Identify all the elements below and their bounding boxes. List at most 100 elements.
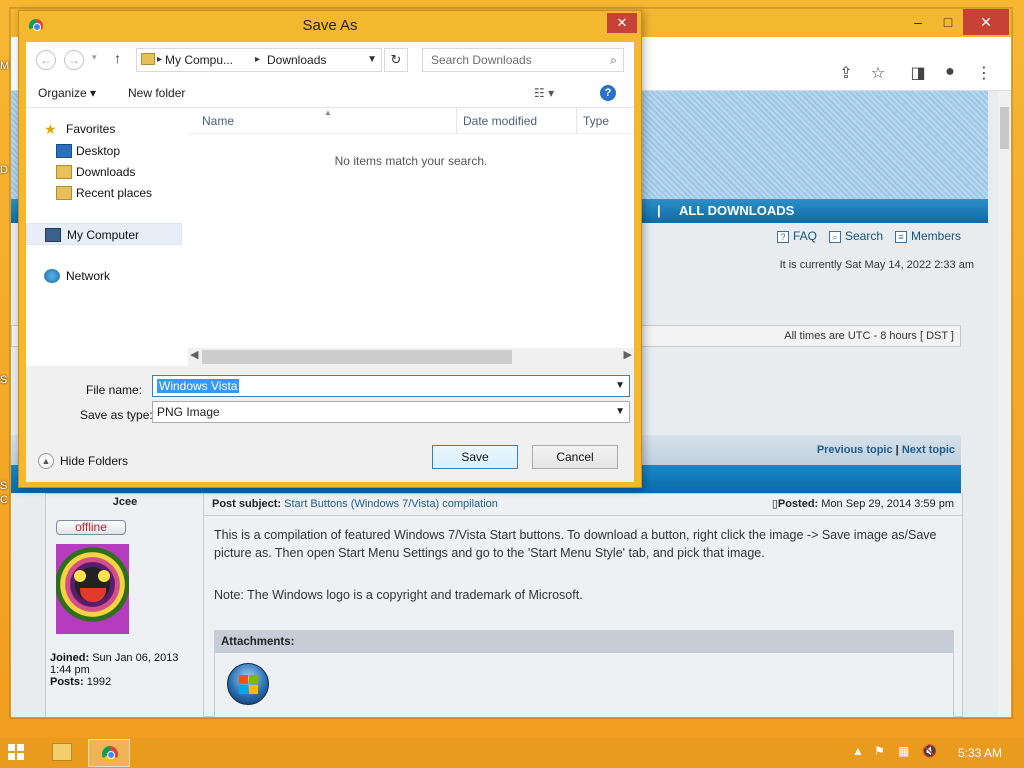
avatar [56, 544, 129, 634]
dialog-close-button[interactable]: ✕ [607, 13, 637, 33]
members-icon: ≡ [895, 231, 907, 243]
chrome-taskbar-button[interactable] [88, 739, 130, 767]
breadcrumb-downloads[interactable]: Downloads [267, 49, 326, 71]
file-name-value[interactable]: Windows Vista [157, 379, 240, 393]
scrollbar-thumb[interactable] [1000, 107, 1009, 149]
breadcrumb-arrow-icon[interactable]: ▸ [157, 49, 162, 71]
forward-arrow-icon[interactable]: → [64, 50, 84, 70]
nav-network[interactable]: Network [26, 265, 188, 287]
navigation-pane: ★ Favorites Desktop Downloads Recent plac… [26, 108, 188, 366]
topic-nav-separator: | [895, 444, 899, 456]
search-label: Search [845, 229, 884, 243]
attachments-box: Attachments: [214, 630, 954, 717]
clock[interactable]: 5:33 AM [958, 746, 1002, 760]
close-button[interactable]: ✕ [963, 9, 1009, 35]
network-icon [44, 269, 60, 283]
next-topic-link[interactable]: Next topic [902, 444, 955, 456]
nav-favorites[interactable]: ★ Favorites [26, 118, 188, 140]
save-as-type-select[interactable]: PNG Image ▼ [152, 401, 630, 423]
dialog-title: Save As [302, 17, 358, 34]
nav-downloads[interactable]: Downloads [26, 161, 188, 183]
nav-all-downloads-link[interactable]: ALL DOWNLOADS [679, 199, 794, 223]
address-bar[interactable]: ▸ My Compu... ▸ Downloads ▼ [136, 48, 382, 72]
chevron-down-icon[interactable]: ▼ [367, 49, 377, 71]
view-options-icon[interactable]: ☷ ▾ [534, 78, 554, 108]
breadcrumb-arrow-icon[interactable]: ▸ [255, 49, 260, 71]
nav-desktop[interactable]: Desktop [26, 140, 188, 162]
profile-icon[interactable]: ● [939, 63, 961, 81]
folder-icon [141, 53, 155, 65]
recent-locations-icon[interactable]: ▾ [92, 52, 97, 63]
start-button[interactable] [8, 744, 24, 760]
previous-topic-link[interactable]: Previous topic [817, 444, 893, 456]
column-headers: ▲ Name Date modified Type [188, 108, 634, 134]
file-name-input[interactable]: Windows Vista ▼ [152, 375, 630, 397]
save-as-type-value: PNG Image [157, 405, 220, 419]
horizontal-scrollbar[interactable]: ◀ ▶ [188, 348, 634, 366]
column-name[interactable]: Name [196, 108, 452, 134]
nav-recent-places[interactable]: Recent places [26, 182, 188, 204]
network-icon[interactable]: ▦ [898, 744, 909, 758]
minimize-button[interactable]: – [903, 9, 933, 35]
nav-label: Desktop [76, 144, 121, 158]
menu-icon[interactable]: ⋮ [973, 63, 995, 83]
joined-label: Joined: [50, 652, 90, 664]
hide-folders-button[interactable]: ▲ Hide Folders [38, 452, 128, 470]
address-row: ← → ▾ ↑ ▸ My Compu... ▸ Downloads ▼ ↻ Se… [26, 42, 634, 78]
back-arrow-icon[interactable]: ← [36, 50, 56, 70]
subject-link[interactable]: Start Buttons (Windows 7/Vista) compilat… [284, 498, 498, 510]
scroll-right-icon[interactable]: ▶ [624, 348, 632, 361]
taskbar: ▲ ⚑ ▦ 🔇 5:33 AM [0, 738, 1024, 768]
nav-separator: | [657, 203, 661, 218]
attachments-header: Attachments: [215, 631, 953, 653]
scroll-left-icon[interactable]: ◀ [190, 348, 198, 361]
organize-button[interactable]: Organize ▾ [38, 78, 96, 108]
action-center-icon[interactable]: ⚑ [874, 744, 885, 758]
chevron-down-icon[interactable]: ▼ [615, 402, 625, 422]
star-icon[interactable]: ☆ [867, 63, 889, 83]
search-link[interactable]: ⌕ Search [829, 229, 883, 243]
current-time-text: It is currently Sat May 14, 2022 2:33 am [779, 259, 974, 271]
members-label: Members [911, 229, 962, 243]
scrollbar-thumb[interactable] [202, 350, 512, 364]
chevron-down-icon[interactable]: ▼ [615, 376, 625, 396]
page-scrollbar[interactable] [998, 91, 1011, 717]
breadcrumb-my-computer[interactable]: My Compu... [165, 49, 233, 71]
share-icon[interactable]: ⇪ [835, 63, 857, 83]
nav-label: Recent places [76, 186, 153, 200]
up-arrow-icon[interactable]: ↑ [114, 50, 121, 66]
posts-info: Posts: 1992 [50, 676, 111, 688]
refresh-icon[interactable]: ↻ [384, 48, 408, 72]
members-link[interactable]: ≡ Members [895, 229, 961, 243]
windows-orb-image[interactable] [227, 663, 269, 705]
faq-label: FAQ [793, 229, 818, 243]
nav-label: Network [66, 269, 111, 283]
file-name-label: File name: [86, 383, 143, 397]
faq-link[interactable]: ? FAQ [777, 229, 817, 243]
file-list-pane: ▲ Name Date modified Type No items match… [188, 108, 634, 366]
column-date-modified[interactable]: Date modified [456, 108, 576, 134]
forum-post: Jcee offline Joined: Sun Jan 06, 2013 1:… [45, 493, 963, 717]
save-as-dialog: Save As ✕ ← → ▾ ↑ ▸ My Compu... ▸ Downlo… [18, 10, 642, 488]
computer-icon [45, 228, 61, 242]
save-as-type-label: Save as type: [80, 408, 153, 422]
column-type[interactable]: Type [576, 108, 634, 134]
maximize-button[interactable]: □ [933, 9, 963, 35]
posts-value: 1992 [86, 676, 112, 688]
show-hidden-icons-icon[interactable]: ▲ [852, 744, 864, 758]
save-button[interactable]: Save [432, 445, 518, 469]
recent-places-icon [56, 186, 72, 200]
cancel-button[interactable]: Cancel [532, 445, 618, 469]
search-placeholder: Search Downloads [431, 53, 532, 67]
new-folder-button[interactable]: New folder [128, 78, 185, 108]
volume-muted-icon[interactable]: 🔇 [922, 744, 937, 758]
nav-my-computer[interactable]: My Computer [26, 223, 182, 245]
sidebar-icon[interactable]: ◨ [907, 63, 929, 83]
search-icon: ⌕ [829, 231, 841, 243]
posted-info: ▯Posted: Mon Sep 29, 2014 3:59 pm [772, 494, 954, 514]
search-input[interactable]: Search Downloads ⌕ [422, 48, 624, 72]
help-icon[interactable]: ? [600, 85, 616, 101]
chrome-icon [102, 746, 118, 762]
file-explorer-icon[interactable] [52, 743, 72, 761]
author-name[interactable]: Jcee [46, 496, 204, 508]
